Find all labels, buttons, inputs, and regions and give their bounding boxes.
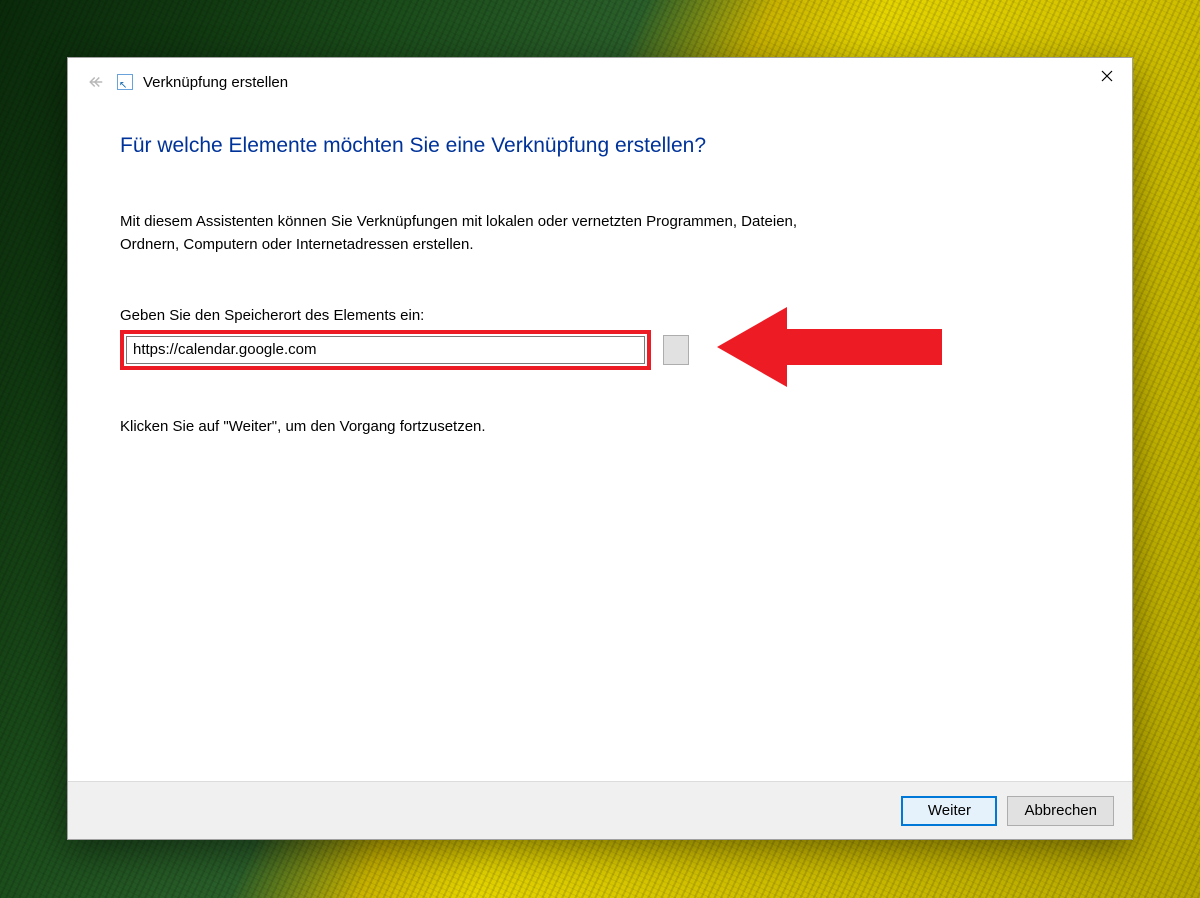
continue-hint: Klicken Sie auf "Weiter", um den Vorgang… xyxy=(120,418,1080,435)
location-input-row xyxy=(120,330,1080,370)
next-button[interactable]: Weiter xyxy=(901,796,997,826)
cancel-button[interactable]: Abbrechen xyxy=(1007,796,1114,826)
create-shortcut-dialog: Verknüpfung erstellen Für welche Element… xyxy=(67,57,1133,840)
dialog-title: Verknüpfung erstellen xyxy=(143,74,288,91)
browse-button[interactable] xyxy=(663,335,689,365)
back-arrow-icon xyxy=(87,72,107,92)
shortcut-file-icon xyxy=(117,74,133,90)
annotation-highlight-box xyxy=(120,330,651,370)
annotation-arrow-icon xyxy=(717,302,947,396)
dialog-content: Für welche Elemente möchten Sie eine Ver… xyxy=(68,106,1132,781)
wizard-description: Mit diesem Assistenten können Sie Verknü… xyxy=(120,210,850,257)
wizard-headline: Für welche Elemente möchten Sie eine Ver… xyxy=(120,134,1080,158)
dialog-footer: Weiter Abbrechen xyxy=(68,781,1132,839)
location-input[interactable] xyxy=(126,336,645,364)
close-button[interactable] xyxy=(1084,60,1130,92)
titlebar: Verknüpfung erstellen xyxy=(68,58,1132,106)
